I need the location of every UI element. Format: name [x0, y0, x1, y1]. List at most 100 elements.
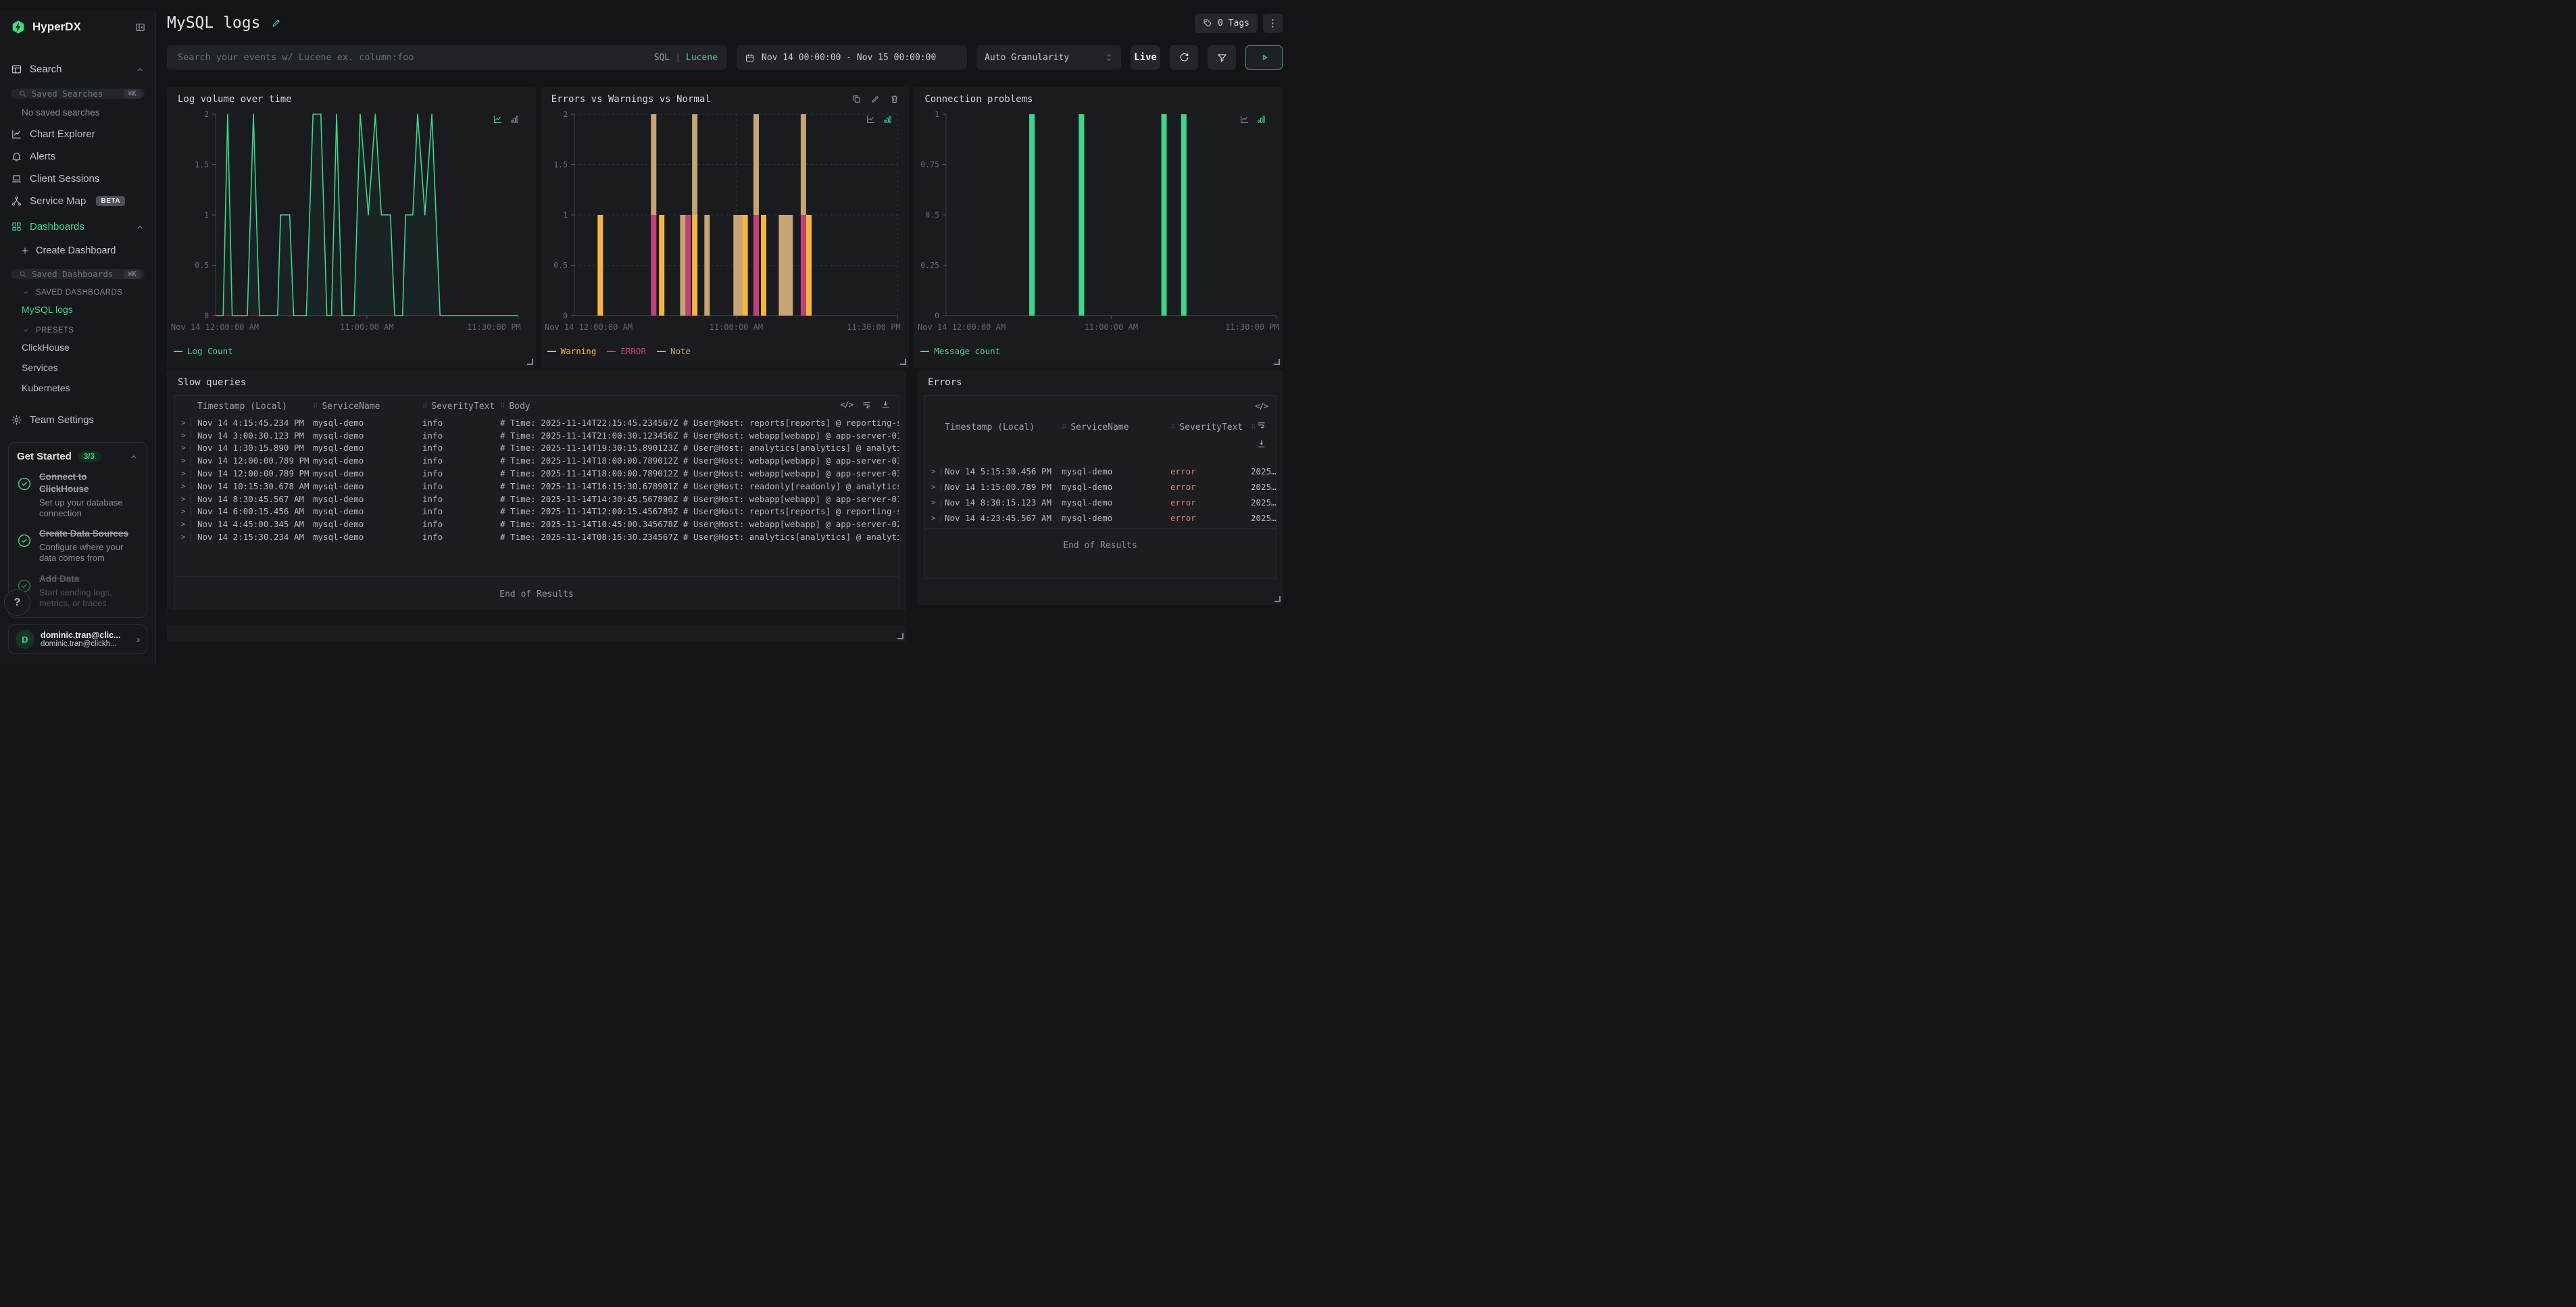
sidebar-collapse-icon[interactable] [134, 22, 146, 33]
live-button[interactable]: Live [1131, 45, 1160, 70]
duplicate-chart-icon[interactable] [851, 94, 862, 104]
legend-item[interactable]: Note [657, 346, 691, 356]
table-row[interactable]: >Nov 14 4:45:00.345 AMmysql-demoinfo# Ti… [174, 518, 899, 531]
edit-chart-icon[interactable] [870, 94, 881, 104]
expand-row-icon[interactable]: > [181, 418, 186, 427]
column-header-timestamp[interactable]: Timestamp (Local) [945, 422, 1062, 433]
table-row[interactable]: >Nov 14 3:00:30.123 PMmysql-demoinfo# Ti… [174, 429, 899, 442]
sidebar-item-search[interactable]: Search [0, 57, 155, 81]
resize-handle[interactable] [897, 633, 903, 639]
column-header-severitytext[interactable]: ⠿SeverityText [1170, 422, 1251, 433]
expand-row-icon[interactable]: > [181, 533, 186, 541]
service-value: mysql-demo [313, 443, 422, 453]
column-header-timestamp[interactable]: Timestamp (Local) [197, 401, 313, 412]
column-header-severitytext[interactable]: ⠿SeverityText [422, 401, 500, 412]
table-row[interactable]: >Nov 14 8:30:45.567 AMmysql-demoinfo# Ti… [174, 493, 899, 505]
saved-dashboards-header[interactable]: SAVED DASHBOARDS [0, 282, 155, 299]
table-row[interactable]: >Nov 14 4:15:45.234 PMmysql-demoinfo# Ti… [174, 416, 899, 429]
sql-toggle[interactable]: SQL [654, 53, 670, 63]
sidebar-item-dashboards[interactable]: Dashboards [0, 215, 155, 239]
wrap-lines-icon[interactable] [862, 399, 872, 410]
filter-button[interactable] [1208, 45, 1236, 70]
run-query-button[interactable] [1245, 45, 1283, 70]
date-range-picker[interactable]: Nov 14 00:00:00 - Nov 15 00:00:00 [737, 45, 967, 70]
bar-chart-toggle[interactable] [510, 114, 520, 124]
chart-legend: Warning ERROR Note [547, 346, 691, 356]
expand-row-icon[interactable]: > [931, 498, 936, 507]
view-source-icon[interactable]: </> [1255, 401, 1268, 411]
table-row[interactable]: >Nov 14 12:00:00.789 PMmysql-demoinfo# T… [174, 454, 899, 467]
column-header-servicename[interactable]: ⠿ServiceName [313, 401, 422, 412]
panel-errors: Errors Timestamp (Local) ⠿ServiceName ⠿S… [917, 370, 1283, 605]
expand-row-icon[interactable]: > [931, 514, 936, 522]
sidebar-item-service-map[interactable]: Service Map BETA [0, 190, 155, 212]
sidebar-item-mysql-logs[interactable]: MySQL logs [0, 299, 155, 320]
sidebar-item-team-settings[interactable]: Team Settings [0, 409, 155, 431]
expand-row-icon[interactable]: > [181, 443, 186, 452]
create-dashboard-button[interactable]: Create Dashboard [0, 239, 155, 262]
sidebar-item-chart-explorer[interactable]: Chart Explorer [0, 123, 155, 145]
lucene-toggle[interactable]: Lucene [686, 53, 718, 63]
table-row[interactable]: >Nov 14 8:30:15.123 AMmysql-demoerror202… [924, 495, 1276, 510]
horizontal-scrollbar[interactable] [167, 610, 906, 626]
sidebar-item-clickhouse[interactable]: ClickHouse [0, 337, 155, 357]
legend-item[interactable]: Log Count [174, 346, 233, 356]
column-header-body[interactable]: ⠿Body [500, 401, 899, 412]
resize-handle[interactable] [900, 359, 906, 365]
view-source-icon[interactable]: </> [840, 400, 853, 410]
bar-chart-toggle[interactable] [883, 114, 893, 124]
expand-row-icon[interactable]: > [181, 431, 186, 440]
resize-handle[interactable] [1274, 359, 1280, 365]
user-account-button[interactable]: D dominic.tran@clic... dominic.tran@clic… [8, 624, 147, 654]
table-row[interactable]: >Nov 14 12:00:00.789 PMmysql-demoinfo# T… [174, 467, 899, 480]
sidebar-item-services[interactable]: Services [0, 357, 155, 378]
saved-searches-input[interactable]: Saved Searches ⌘K [11, 89, 145, 99]
expand-row-icon[interactable]: > [181, 507, 186, 516]
table-row[interactable]: >Nov 14 6:00:15.456 AMmysql-demoinfo# Ti… [174, 505, 899, 518]
table-row[interactable]: >Nov 14 1:30:15.890 PMmysql-demoinfo# Ti… [174, 442, 899, 455]
expand-row-icon[interactable]: > [181, 520, 186, 528]
bar-chart-toggle[interactable] [1256, 114, 1266, 124]
edit-title-icon[interactable] [271, 18, 282, 28]
granularity-select[interactable]: Auto Granularity [976, 45, 1121, 70]
sidebar-item-kubernetes[interactable]: Kubernetes [0, 378, 155, 398]
help-button[interactable]: ? [4, 589, 30, 616]
table-row[interactable]: >Nov 14 10:15:30.678 AMmysql-demoinfo# T… [174, 480, 899, 493]
get-started-step[interactable]: Create Data Sources Configure where your… [17, 528, 139, 564]
line-chart-toggle[interactable] [866, 114, 876, 124]
legend-item[interactable]: ERROR [607, 346, 646, 356]
resize-handle[interactable] [1274, 596, 1281, 602]
delete-chart-icon[interactable] [889, 94, 899, 104]
expand-row-icon[interactable]: > [181, 456, 186, 465]
chevron-up-icon[interactable] [129, 452, 139, 462]
search-input[interactable] [176, 51, 647, 64]
resize-handle[interactable] [527, 359, 533, 365]
no-saved-searches-label: No saved searches [0, 101, 155, 123]
legend-item[interactable]: Message count [920, 346, 1000, 356]
legend-item[interactable]: Warning [547, 346, 597, 356]
line-chart-toggle[interactable] [1239, 114, 1249, 124]
expand-row-icon[interactable]: > [181, 495, 186, 503]
download-icon[interactable] [881, 399, 891, 410]
line-chart-toggle[interactable] [493, 114, 503, 124]
table-row[interactable]: >Nov 14 2:15:30.234 AMmysql-demoinfo# Ti… [174, 531, 899, 543]
wrap-lines-icon[interactable] [1256, 420, 1266, 430]
table-row[interactable]: >Nov 14 4:23:45.567 AMmysql-demoerror202… [924, 510, 1276, 526]
tags-button[interactable]: 0 Tags [1195, 14, 1258, 33]
more-options-button[interactable]: ⋮ [1263, 14, 1283, 33]
expand-row-icon[interactable]: > [181, 469, 186, 478]
refresh-button[interactable] [1170, 45, 1198, 70]
expand-row-icon[interactable]: > [931, 467, 936, 476]
get-started-step[interactable]: Connect to ClickHouse Set up your databa… [17, 471, 139, 519]
column-header-servicename[interactable]: ⠿ServiceName [1062, 422, 1170, 433]
sidebar-item-alerts[interactable]: Alerts [0, 145, 155, 168]
expand-row-icon[interactable]: > [181, 482, 186, 491]
expand-row-icon[interactable]: > [931, 483, 936, 491]
table-row[interactable]: >Nov 14 5:15:30.456 PMmysql-demoerror202… [924, 464, 1276, 479]
sidebar-item-client-sessions[interactable]: Client Sessions [0, 168, 155, 190]
saved-dashboards-input[interactable]: Saved Dashboards ⌘K [11, 269, 145, 279]
download-icon[interactable] [1256, 439, 1266, 449]
table-row[interactable]: >Nov 14 1:15:00.789 PMmysql-demoerror202… [924, 479, 1276, 495]
presets-header[interactable]: PRESETS [0, 320, 155, 337]
get-started-step[interactable]: Add Data Start sending logs, metrics, or… [17, 573, 139, 609]
